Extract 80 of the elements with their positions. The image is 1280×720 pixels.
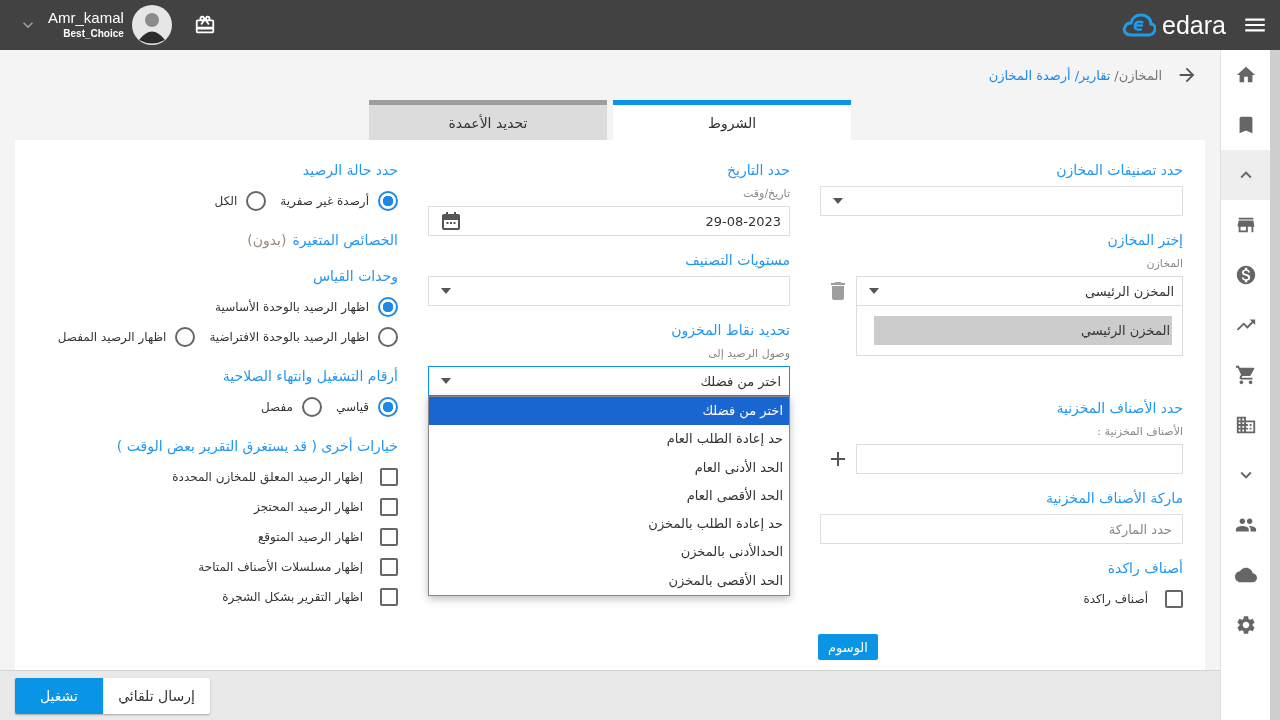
calendar-icon[interactable] xyxy=(441,211,461,231)
dropdown-option[interactable]: حد إعادة الطلب بالمخزن xyxy=(429,510,789,539)
field-label: تاريخ/وقت xyxy=(742,186,790,202)
checkbox-label: اظهار التقرير بشكل الشجرة xyxy=(222,590,363,604)
checkbox[interactable] xyxy=(380,468,398,486)
field-label: وصول الرصيد إلى xyxy=(707,346,790,362)
radio-button[interactable] xyxy=(378,397,398,417)
radio-button[interactable] xyxy=(175,327,196,347)
list-item[interactable]: المخزن الرئيسي xyxy=(874,316,1172,345)
caret-icon xyxy=(869,288,879,294)
caret-icon xyxy=(441,288,451,294)
section-title: تحديد نقاط المخزون xyxy=(671,322,790,338)
radio-button[interactable] xyxy=(378,191,398,211)
user-role: Best_Choice xyxy=(62,27,124,41)
gift-icon[interactable] xyxy=(193,14,216,36)
input-field[interactable]: حدد الماركة xyxy=(820,514,1183,544)
tab[interactable]: الشروط xyxy=(613,100,851,140)
option-label: اظهار الرصيد بالوحدة الافتراضية xyxy=(209,330,369,344)
plus-icon[interactable] xyxy=(830,451,846,467)
option-label: اظهار الرصيد المفصل xyxy=(57,330,167,344)
select-field[interactable] xyxy=(820,186,1183,216)
checkbox[interactable] xyxy=(1165,590,1183,608)
cart-icon[interactable] xyxy=(1234,364,1257,386)
select-field[interactable] xyxy=(428,276,790,306)
breadcrumb-link[interactable]: المخازن/ xyxy=(1114,67,1162,83)
building-icon[interactable] xyxy=(1234,414,1257,436)
section-title: خيارات أخرى ( قد يستغرق التقرير بعض الوقت ) xyxy=(116,438,398,454)
scrollbar[interactable] xyxy=(1270,50,1280,720)
checkbox-label: اظهار الرصيد المحتجز xyxy=(254,500,363,514)
dropdown-option[interactable]: حد إعادة الطلب العام xyxy=(429,425,789,454)
checkbox-label: إظهار الرصيد المعلق للمخازن المحددة xyxy=(172,470,363,484)
tab[interactable]: تحديد الأعمدة xyxy=(369,100,607,140)
option-label: أرصدة غير صفرية xyxy=(280,194,369,208)
select-field[interactable]: المخزن الرئيسى xyxy=(856,276,1183,306)
option-label: قياسي xyxy=(335,400,369,414)
cloud-logo-icon xyxy=(1122,13,1157,37)
user-name: Amr_kamal xyxy=(48,9,124,27)
section-title: الخصائص المتغيرة xyxy=(292,232,398,248)
section-title: وحدات القياس xyxy=(312,268,398,284)
section-note: (بدون) xyxy=(247,232,287,248)
field-label: الأصناف المخزنية : xyxy=(1096,424,1183,440)
dropdown-option[interactable]: اختر من فضلك xyxy=(429,397,789,426)
option-label: مفصل xyxy=(260,400,293,414)
dropdown-option[interactable]: الحد الأدنى العام xyxy=(429,453,789,482)
checkbox[interactable] xyxy=(380,528,398,546)
caret-icon xyxy=(833,198,843,204)
section-title: أصناف راكدة xyxy=(1107,560,1183,576)
dropdown-option[interactable]: الحدالأدنى بالمخزن xyxy=(429,538,789,567)
checkbox[interactable] xyxy=(380,558,398,576)
radio-button[interactable] xyxy=(246,191,267,211)
select-field[interactable]: اختر من فضلك xyxy=(428,366,790,396)
option-label: اظهار الرصيد بالوحدة الأساسية xyxy=(215,300,369,314)
option-label: الكل xyxy=(214,194,238,208)
section-title: ماركة الأصناف المخزنية xyxy=(1046,490,1183,506)
checkbox[interactable] xyxy=(380,498,398,516)
avatar-icon[interactable] xyxy=(131,5,172,45)
auto-send-button[interactable]: إرسال تلقائي xyxy=(103,677,210,714)
dollar-icon[interactable] xyxy=(1234,264,1257,286)
brand-name: edara xyxy=(1162,10,1226,40)
section-title: حدد تصنيفات المخازن xyxy=(1056,162,1183,178)
radio-button[interactable] xyxy=(301,397,322,417)
section-title: حدد الأصناف المخزنية xyxy=(1056,400,1183,416)
dropdown-option[interactable]: الحد الأقصى العام xyxy=(429,481,789,511)
section-title: حدد التاريخ xyxy=(726,162,790,178)
checkbox-label: أصناف راكدة xyxy=(1083,592,1148,606)
section-title: مستويات التصنيف xyxy=(685,252,790,268)
checkbox-label: اظهار الرصيد المتوقع xyxy=(257,530,363,544)
checkbox[interactable] xyxy=(380,588,398,606)
radio-button[interactable] xyxy=(378,327,398,347)
settings-icon[interactable] xyxy=(1234,614,1257,636)
section-title: حدد حالة الرصيد xyxy=(302,162,398,178)
section-title: أرقام التشغيل وانتهاء الصلاحية xyxy=(222,368,398,384)
date-field[interactable]: 29-08-2023 xyxy=(428,206,790,236)
input-field[interactable] xyxy=(856,444,1183,474)
section-title: إختر المخازن xyxy=(1107,232,1183,248)
checkbox-label: إظهار مسلسلات الأصناف المتاحة xyxy=(198,560,363,574)
caret-icon xyxy=(441,378,451,384)
radio-button[interactable] xyxy=(378,297,398,317)
dropdown-option[interactable]: الحد الأقصى بالمخزن xyxy=(429,566,789,596)
field-label: المخازن xyxy=(1145,256,1183,272)
